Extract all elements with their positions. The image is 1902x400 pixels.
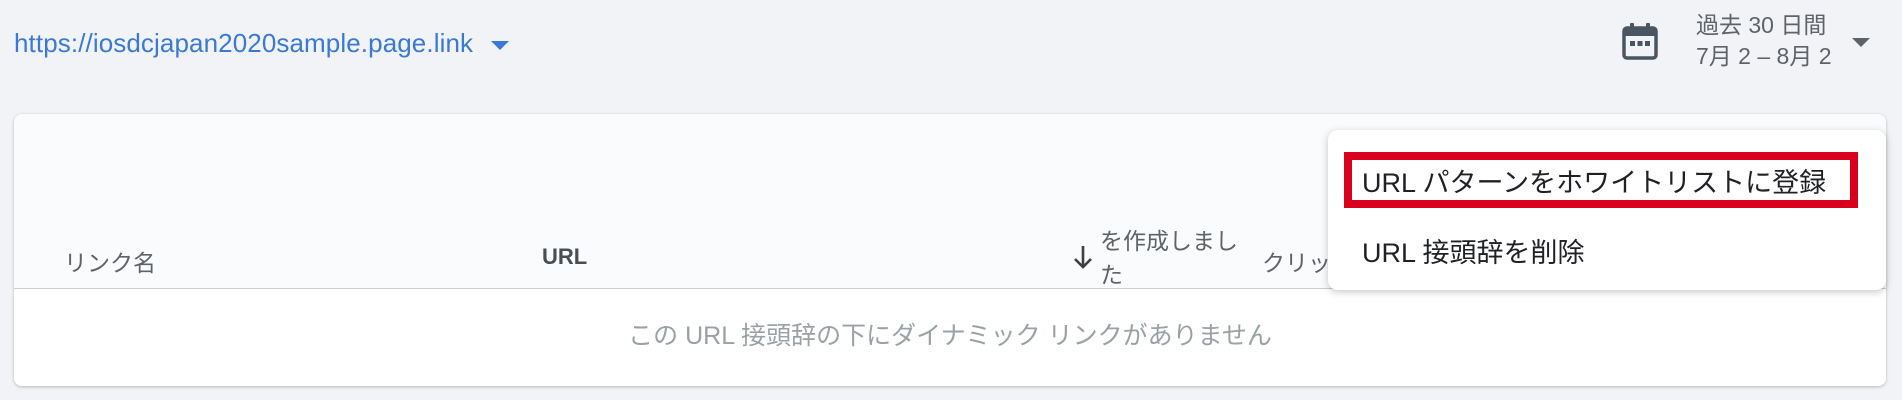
date-range-selector[interactable]: 過去 30 日間 7月 2 – 8月 2: [1696, 10, 1832, 72]
column-header-created[interactable]: を作成しました: [1100, 224, 1250, 292]
arrow-down-icon[interactable]: [1072, 244, 1094, 270]
caret-down-icon[interactable]: [491, 40, 510, 50]
column-header-clicks[interactable]: クリッ: [1262, 244, 1331, 278]
calendar-icon[interactable]: [1622, 22, 1658, 60]
chevron-down-icon[interactable]: [1852, 38, 1870, 47]
column-header-url[interactable]: URL: [542, 244, 587, 270]
table-body: この URL 接頭辞の下にダイナミック リンクがありません: [14, 289, 1886, 386]
date-range-label: 過去 30 日間: [1696, 12, 1827, 38]
column-header-link-name[interactable]: リンク名: [64, 244, 156, 278]
menu-item-delete-url-prefix[interactable]: URL 接頭辞を削除: [1362, 222, 1585, 278]
domain-selector[interactable]: https://iosdcjapan2020sample.page.link: [14, 28, 510, 59]
domain-link[interactable]: https://iosdcjapan2020sample.page.link: [14, 28, 473, 59]
menu-item-label: URL 接頭辞を削除: [1362, 237, 1585, 268]
date-range-value: 7月 2 – 8月 2: [1696, 43, 1832, 69]
menu-item-label: URL パターンをホワイトリストに登録: [1362, 167, 1827, 198]
menu-item-whitelist-url-pattern[interactable]: URL パターンをホワイトリストに登録: [1344, 152, 1858, 208]
overflow-menu: URL パターンをホワイトリストに登録 URL 接頭辞を削除: [1328, 130, 1886, 290]
top-bar: https://iosdcjapan2020sample.page.link 過…: [0, 0, 1902, 100]
empty-state-message: この URL 接頭辞の下にダイナミック リンクがありません: [628, 322, 1272, 350]
